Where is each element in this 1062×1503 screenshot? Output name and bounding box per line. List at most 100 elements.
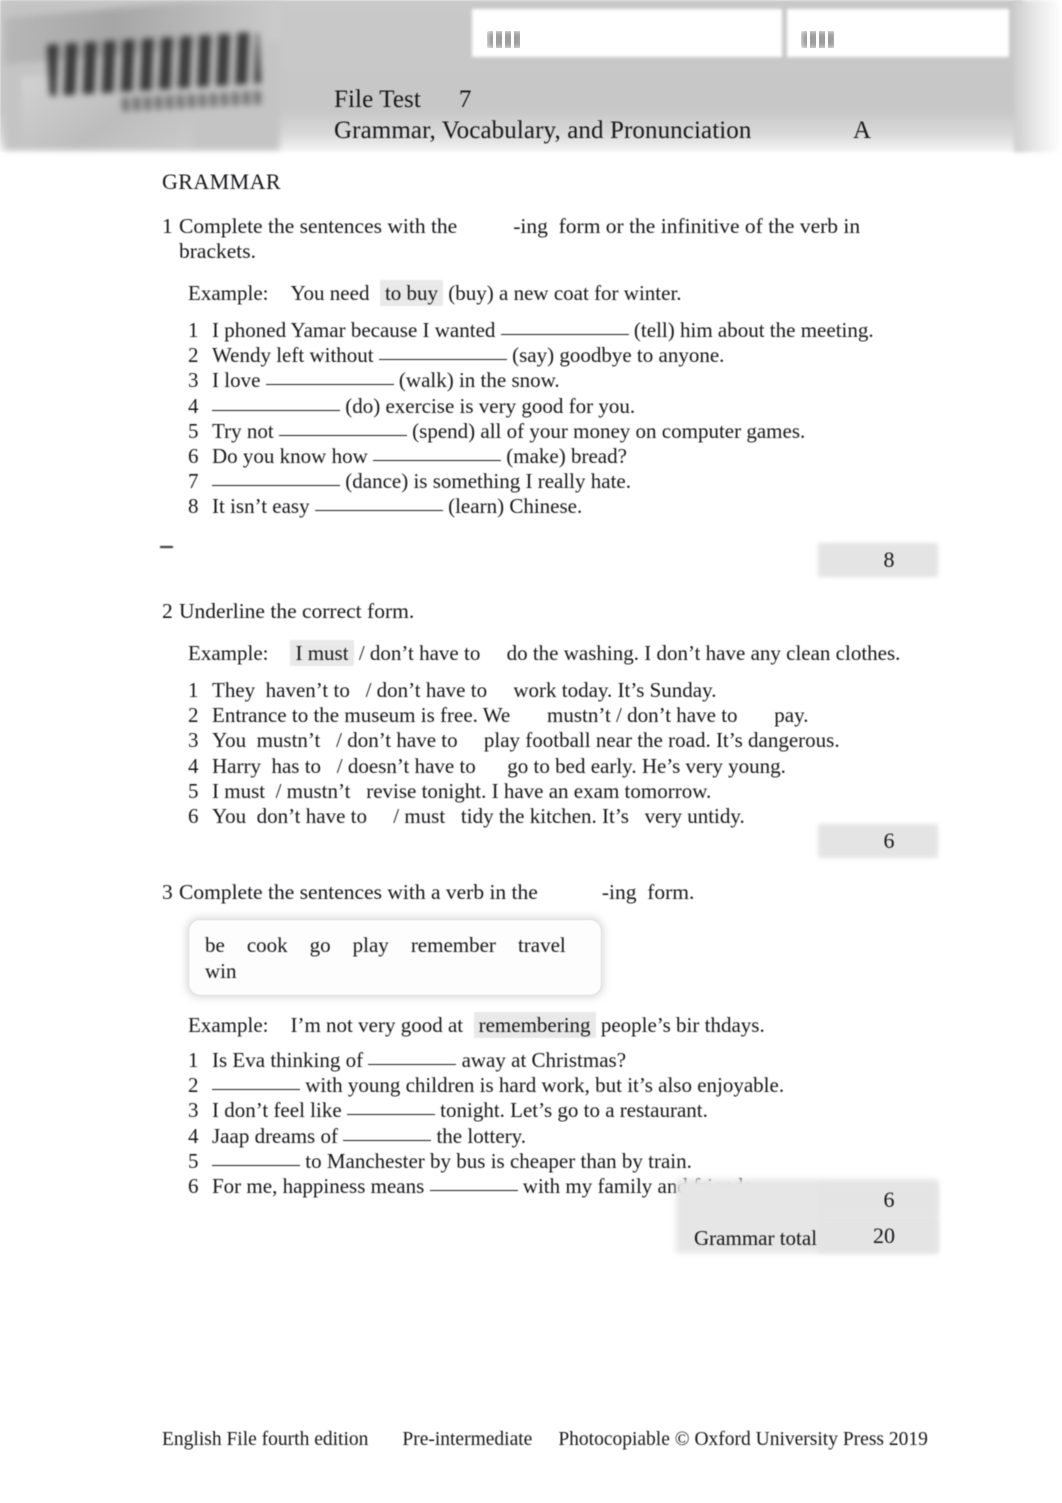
exercise-1-items: 1 I phoned Yamar because I wanted (tell)…: [188, 318, 922, 520]
exercise-3-item-2: 2 with young children is hard work, but …: [188, 1073, 922, 1098]
exercise-2-score-value: 6: [883, 828, 895, 853]
exercise-1-item-7: 7 (dance) is something I really hate.: [188, 469, 922, 494]
item-text-post: (make) bread?: [506, 444, 627, 469]
exercise-1-item-1: 1 I phoned Yamar because I wanted (tell)…: [188, 318, 922, 343]
item-text-post: (dance) is something I really hate.: [345, 469, 631, 494]
exercise-2-item-3[interactable]: 3 You mustn’t / don’t have to play footb…: [188, 728, 922, 753]
item-text-post: (learn) Chinese.: [448, 494, 583, 519]
exercise-2: 2 Underline the correct form. Example: I …: [162, 599, 922, 829]
exercise-1-instruction-part-a: Complete the sentences with the: [179, 214, 458, 238]
answer-blank[interactable]: [212, 1089, 300, 1091]
header-band-edge: [1014, 0, 1062, 152]
exercise-2-item-1[interactable]: 1 They haven’t to / don’t have to work t…: [188, 678, 922, 703]
word-bank-item: remember: [410, 933, 496, 957]
exercise-3-item-5: 5 to Manchester by bus is cheaper than b…: [188, 1149, 922, 1174]
exercise-1-instruction: 1 Complete the sentences with the -ing fo…: [162, 214, 922, 264]
item-number: 4: [188, 1123, 199, 1148]
answer-blank[interactable]: [212, 409, 340, 411]
answer-blank[interactable]: [373, 460, 501, 462]
item-number: 5: [188, 418, 199, 443]
item-number: 1: [188, 318, 199, 342]
item-number: 3: [188, 368, 199, 393]
item-text-pre: Wendy left without: [212, 343, 374, 368]
item-text-pre: You don’t have to / must tidy the kitche…: [212, 804, 745, 829]
item-text-pre: I love: [212, 368, 261, 393]
test-title-label: File Test: [334, 86, 421, 113]
exercise-3-item-1: 1 Is Eva thinking of away at Christmas?: [188, 1048, 922, 1073]
answer-blank[interactable]: [500, 334, 629, 335]
item-number: 4: [188, 753, 199, 778]
item-number: 3: [188, 728, 199, 753]
answer-blank[interactable]: [212, 1164, 300, 1166]
exercise-2-instruction-part-a: Underline the correct form.: [179, 599, 415, 623]
item-text-pre: Try not: [212, 418, 274, 443]
item-number: 7: [188, 469, 199, 494]
exercise-1-item-4: 4 (do) exercise is very good for you.: [188, 394, 922, 419]
item-number: 1: [188, 1048, 199, 1072]
exercise-3-example-answer: remembering: [473, 1012, 596, 1038]
exercise-1-example-pre: You need: [290, 281, 370, 305]
exercise-3-number: 3: [162, 880, 173, 904]
item-text-pre: I phoned Yamar because I wanted: [212, 318, 496, 342]
exercise-3-instruction-part-a: Complete the sentences with a verb in th…: [179, 880, 538, 904]
footer-series: English File fourth edition: [162, 1429, 369, 1450]
exercise-3-example: Example: I’m not very good at remembering…: [188, 1012, 922, 1038]
item-text-post: (do) exercise is very good for you.: [345, 393, 636, 418]
answer-blank[interactable]: [265, 384, 394, 386]
exercise-1-number: 1: [162, 214, 173, 238]
section-heading-grammar: GRAMMAR: [162, 169, 281, 194]
class-field-label: [801, 31, 837, 48]
exercise-3-item-3: 3 I don’t feel like tonight. Let’s go to…: [188, 1098, 922, 1123]
item-text-pre: Is Eva thinking of: [212, 1048, 364, 1072]
item-number: 4: [188, 393, 199, 418]
item-text-pre: Entrance to the museum is free. We mustn…: [212, 703, 809, 728]
answer-blank[interactable]: [346, 1114, 435, 1116]
item-number: 5: [188, 778, 199, 803]
item-text-pre: Do you know how: [212, 444, 368, 469]
name-field-label: [487, 31, 523, 48]
exercise-3-example-post: people’s bir thdays.: [600, 1013, 765, 1037]
item-text-pre: It isn’t easy: [212, 494, 310, 519]
exercise-2-instruction: 2 Underline the correct form.: [162, 599, 922, 624]
exercise-3-instruction-part-c: form.: [647, 880, 695, 904]
exercise-2-example-label: Example:: [188, 641, 269, 665]
item-number: 5: [188, 1148, 199, 1173]
item-number: 2: [188, 703, 199, 728]
exercise-2-example-answer: I must: [290, 640, 354, 666]
item-text-post: to Manchester by bus is cheaper than by …: [305, 1148, 692, 1173]
item-number: 8: [188, 494, 199, 519]
item-number: 3: [188, 1098, 199, 1123]
test-subtitle: Grammar, Vocabulary, and Pronunciation: [334, 117, 752, 144]
item-text-pre: Harry has to / doesn’t have to go to bed…: [212, 753, 786, 778]
exercise-2-item-5[interactable]: 5 I must / mustn’t revise tonight. I hav…: [188, 779, 922, 804]
exercise-3-example-label: Example:: [188, 1013, 269, 1037]
item-number: 1: [188, 678, 199, 702]
answer-blank[interactable]: [314, 510, 443, 512]
item-text-post: tonight. Let’s go to a restaurant.: [440, 1098, 708, 1123]
exercise-1-item-2: 2 Wendy left without (say) goodbye to an…: [188, 343, 922, 368]
answer-blank[interactable]: [378, 359, 507, 361]
exercise-3: 3 Complete the sentences with a verb in …: [162, 880, 922, 1199]
item-number: 6: [188, 444, 199, 469]
exercise-1-item-6: 6 Do you know how (make) bread?: [188, 444, 922, 469]
worksheet-page: File Test 7 Grammar, Vocabulary, and Pron…: [0, 0, 1062, 1503]
answer-blank[interactable]: [212, 485, 340, 487]
item-number: 2: [188, 1073, 199, 1098]
word-bank-item: cook: [246, 933, 288, 957]
exercise-1-instruction-ing: -ing: [513, 214, 548, 238]
exercise-3-score-value: 6: [883, 1187, 895, 1212]
word-bank-item: win: [205, 959, 237, 983]
item-text-post: (say) goodbye to anyone.: [512, 343, 725, 368]
exercise-2-item-4[interactable]: 4 Harry has to / doesn’t have to go to b…: [188, 754, 922, 779]
item-text-post: away at Christmas?: [461, 1048, 627, 1072]
answer-blank[interactable]: [278, 434, 407, 436]
answer-blank[interactable]: [429, 1190, 518, 1192]
answer-blank[interactable]: [343, 1139, 432, 1141]
grammar-total-label: Grammar total: [694, 1226, 818, 1250]
exercise-2-item-2[interactable]: 2 Entrance to the museum is free. We mus…: [188, 703, 922, 728]
word-bank-item: be: [205, 933, 225, 957]
exercise-2-item-6[interactable]: 6 You don’t have to / must tidy the kitc…: [188, 804, 922, 829]
answer-blank[interactable]: [368, 1064, 457, 1065]
exercise-2-example-post: / don’t have to do the washing. I don’t …: [358, 641, 901, 665]
item-text-pre: For me, happiness means: [212, 1174, 425, 1199]
